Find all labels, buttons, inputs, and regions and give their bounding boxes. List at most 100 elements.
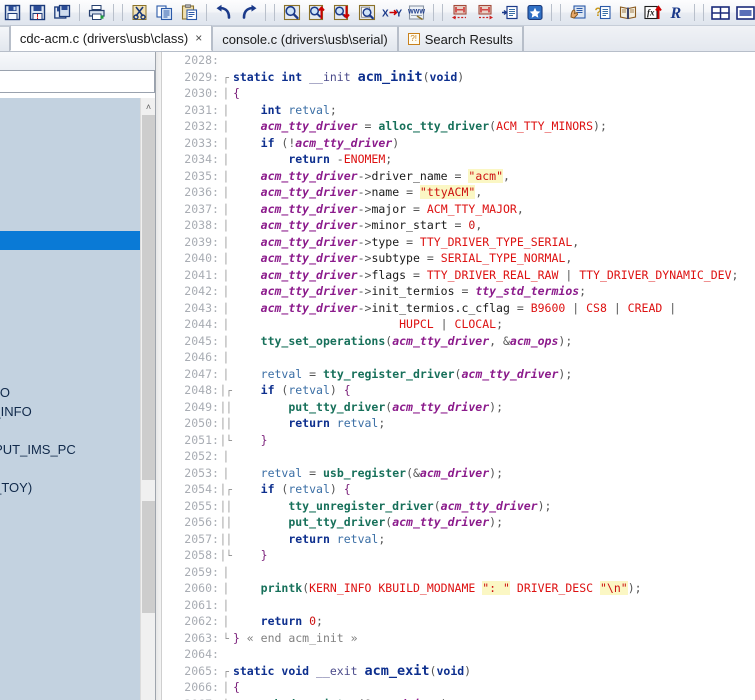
- code-line[interactable]: 2065: ┌ static void __exit acm_exit(void): [162, 663, 738, 680]
- paste-button[interactable]: [177, 1, 202, 25]
- code-line[interactable]: 2066: │{: [162, 679, 738, 696]
- code-line[interactable]: 2044: │ HUPCL | CLOCAL;: [162, 316, 738, 333]
- scrollbar-thumb-secondary[interactable]: [142, 501, 155, 613]
- scrollbar-thumb[interactable]: [142, 115, 155, 480]
- goto-definition-button[interactable]: [497, 1, 522, 25]
- code-line[interactable]: 2067:│ usb_deregister(&acm_driver);: [162, 696, 738, 700]
- code-line[interactable]: 2043: │ acm_tty_driver->init_termios.c_cf…: [162, 300, 738, 317]
- code-line[interactable]: 2033: │ if (!acm_tty_driver): [162, 135, 738, 152]
- code-line[interactable]: 2048:│┌ if (retval) {: [162, 382, 738, 399]
- find-previous-button[interactable]: [304, 1, 329, 25]
- redo-button[interactable]: [236, 1, 261, 25]
- symbol-list-item[interactable]: [0, 364, 140, 383]
- help-info-button[interactable]: ?: [590, 1, 615, 25]
- symbol-list-item[interactable]: [0, 117, 140, 136]
- symbol-list-item[interactable]: ermios: [0, 136, 140, 155]
- code-line[interactable]: 2034: │ return -ENOMEM;: [162, 151, 738, 168]
- code-line[interactable]: 2059: │: [162, 564, 738, 581]
- save-button[interactable]: [0, 1, 25, 25]
- code-line[interactable]: 2031: │ int retval;: [162, 102, 738, 119]
- source-code-view[interactable]: 2028: 2029: ┌ static int __init acm_init(vo…: [162, 52, 738, 700]
- code-line[interactable]: 2061: │: [162, 597, 738, 614]
- symbol-list-vertical-scrollbar[interactable]: ˄: [140, 98, 155, 700]
- scroll-up-icon[interactable]: ˄: [141, 98, 155, 115]
- code-line[interactable]: 2053: │ retval = usb_register(&acm_driver…: [162, 465, 738, 482]
- print-button[interactable]: [84, 1, 109, 25]
- reference-button[interactable]: [615, 1, 640, 25]
- symbol-list-item[interactable]: [0, 345, 140, 364]
- code-line[interactable]: 2047: │ retval = tty_register_driver(acm_…: [162, 366, 738, 383]
- find-button[interactable]: [279, 1, 304, 25]
- undo-button[interactable]: [211, 1, 236, 25]
- save-as-button[interactable]: [50, 1, 75, 25]
- tab-console-partial[interactable]: erial): [0, 26, 10, 51]
- code-line[interactable]: 2040: │ acm_tty_driver->subtype = SERIAL_…: [162, 250, 738, 267]
- symbol-list-item[interactable]: (CONFIG_IR_TOY): [0, 478, 140, 497]
- find-in-files-button[interactable]: [354, 1, 379, 25]
- code-line[interactable]: 2063: └} « end acm_init »: [162, 630, 738, 647]
- symbol-list-item[interactable]: PM: [0, 592, 140, 611]
- symbol-list[interactable]: ountermiosfers_freeers_freefers_allocctP…: [0, 98, 140, 700]
- jump-back-button[interactable]: [447, 1, 472, 25]
- tab-cdc-acm-c[interactable]: cdc-acm.c (drivers\usb\class) ×: [9, 25, 213, 51]
- symbol-list-item[interactable]: ount: [0, 98, 140, 117]
- tab-search-results[interactable]: ?! Search Results: [397, 26, 523, 51]
- code-line[interactable]: 2032: │ acm_tty_driver = alloc_tty_driver…: [162, 118, 738, 135]
- jump-forward-button[interactable]: [472, 1, 497, 25]
- symbol-list-item[interactable]: e: [0, 307, 140, 326]
- bookmark-button[interactable]: [522, 1, 547, 25]
- symbol-list-item[interactable]: fers_free: [0, 174, 140, 193]
- panel-splitter[interactable]: [155, 52, 162, 700]
- code-line[interactable]: 2056:││ put_tty_driver(acm_tty_driver);: [162, 514, 738, 531]
- save-all-button[interactable]: !: [25, 1, 50, 25]
- symbol-list-item[interactable]: esume: [0, 326, 140, 345]
- symbol-list-item[interactable]: TE_ACM_INFO: [0, 383, 140, 402]
- close-icon[interactable]: ×: [195, 32, 202, 44]
- macro-button[interactable]: R: [665, 1, 690, 25]
- symbol-list-item[interactable]: ers_free: [0, 193, 140, 212]
- code-line[interactable]: 2038: │ acm_tty_driver->minor_start = 0,: [162, 217, 738, 234]
- symbol-list-item[interactable]: [0, 459, 140, 478]
- copy-button[interactable]: [152, 1, 177, 25]
- symbol-list-item[interactable]: (CONFIG_INPUT_IMS_PC: [0, 440, 140, 459]
- code-line[interactable]: 2030: │{: [162, 85, 738, 102]
- code-line[interactable]: 2051:│└ }: [162, 432, 738, 449]
- code-line[interactable]: 2039: │ acm_tty_driver->type = TTY_DRIVER…: [162, 234, 738, 251]
- code-line[interactable]: 2046: │: [162, 349, 738, 366]
- symbol-list-item[interactable]: ICE_TABLE: [0, 516, 140, 535]
- code-line[interactable]: 2035: │ acm_tty_driver->driver_name = "ac…: [162, 168, 738, 185]
- code-line[interactable]: 2028:: [162, 52, 738, 69]
- find-next-button[interactable]: [329, 1, 354, 25]
- symbol-list-item[interactable]: [0, 497, 140, 516]
- code-editor[interactable]: 2028: 2029: ┌ static int __init acm_init(vo…: [162, 52, 755, 700]
- code-line[interactable]: 2049:││ put_tty_driver(acm_tty_driver);: [162, 399, 738, 416]
- replace-button[interactable]: X Y: [379, 1, 404, 25]
- hand-tool-button[interactable]: [565, 1, 590, 25]
- symbol-list-item[interactable]: PM: [0, 554, 140, 573]
- symbol-search-input[interactable]: L): [0, 70, 155, 93]
- symbol-list-item[interactable]: d: [0, 288, 140, 307]
- horizontal-split-button[interactable]: [733, 1, 755, 25]
- code-line[interactable]: 2064:: [162, 646, 738, 663]
- code-line[interactable]: 2060: │ printk(KERN_INFO KBUILD_MODNAME "…: [162, 580, 738, 597]
- function-list-button[interactable]: fx: [640, 1, 665, 25]
- symbol-list-item[interactable]: [0, 421, 140, 440]
- code-line[interactable]: 2050:││ return retval;: [162, 415, 738, 432]
- cut-button[interactable]: [127, 1, 152, 25]
- code-line[interactable]: 2052: │: [162, 448, 738, 465]
- symbol-list-item[interactable]: ct: [0, 250, 140, 269]
- symbol-list-item[interactable]: [0, 231, 140, 250]
- code-line[interactable]: 2045: │ tty_set_operations(acm_tty_driver…: [162, 333, 738, 350]
- symbol-list-item[interactable]: [0, 155, 140, 174]
- code-line[interactable]: 2054:│┌ if (retval) {: [162, 481, 738, 498]
- code-line[interactable]: 2055:││ tty_unregister_driver(acm_tty_dr…: [162, 498, 738, 515]
- code-line[interactable]: 2042: │ acm_tty_driver->init_termios = tt…: [162, 283, 738, 300]
- code-line[interactable]: 2029: ┌ static int __init acm_init(void): [162, 69, 738, 86]
- code-line[interactable]: 2036: │ acm_tty_driver->name = "ttyACM",: [162, 184, 738, 201]
- symbol-list-item[interactable]: [0, 573, 140, 592]
- symbol-list-item[interactable]: fers_alloc: [0, 212, 140, 231]
- tile-windows-button[interactable]: [708, 1, 733, 25]
- code-line[interactable]: 2062: │ return 0;: [162, 613, 738, 630]
- symbol-list-item[interactable]: PM: [0, 269, 140, 288]
- code-line[interactable]: 2037: │ acm_tty_driver->major = ACM_TTY_M…: [162, 201, 738, 218]
